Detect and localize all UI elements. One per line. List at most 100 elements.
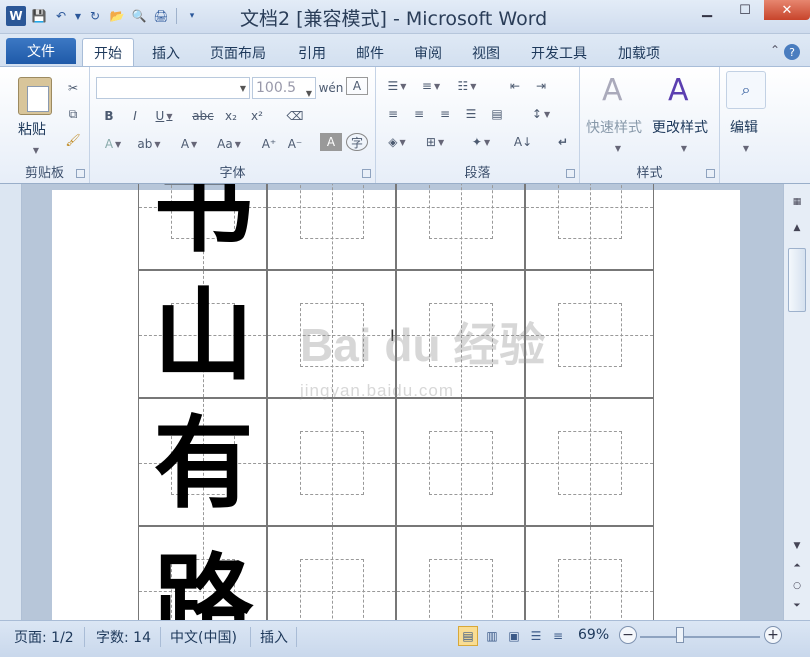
change-styles-button[interactable]: 更改样式 [652,117,708,137]
grid-cell[interactable]: 书 [138,184,267,270]
character-shading-icon[interactable]: A [320,133,342,151]
line-spacing-icon[interactable]: ↕ ▼ [526,103,556,125]
ruler-toggle-icon[interactable]: ▦ [788,194,806,210]
underline-icon[interactable]: U ▼ [150,105,178,127]
highlight-icon[interactable]: ab ▼ [134,133,164,155]
decrease-indent-icon[interactable]: ⇤ [504,75,526,97]
find-binoculars-icon[interactable]: ⌕ [726,71,766,109]
select-browse-object-icon[interactable]: ○ [788,578,806,594]
enclose-characters-icon[interactable]: 字 [346,133,368,151]
cut-icon[interactable]: ✂ [62,77,84,99]
grid-cell[interactable] [396,398,525,526]
redo-icon[interactable]: ↻ [86,7,104,25]
zoom-in-icon[interactable]: + [764,626,782,644]
numbering-icon[interactable]: ≡ ▼ [416,75,446,97]
styles-launcher-icon[interactable] [706,169,715,178]
phonetic-guide-icon[interactable]: wén [319,77,344,99]
word-count[interactable]: 字数: 14 [96,627,151,647]
tab-mailings[interactable]: 邮件 [344,40,396,66]
paragraph-launcher-icon[interactable] [566,169,575,178]
tab-addins[interactable]: 加载项 [606,40,672,66]
clear-formatting-icon[interactable]: ⌫ [284,105,306,127]
grid-cell[interactable] [267,184,396,270]
tab-insert[interactable]: 插入 [140,40,192,66]
distributed-icon[interactable]: ▤ [486,103,508,125]
undo-dropdown-icon[interactable]: ▼ [74,7,82,25]
tab-file[interactable]: 文件 [6,38,76,64]
paste-icon[interactable] [18,77,52,115]
multilevel-list-icon[interactable]: ☷ ▼ [452,75,482,97]
bullets-icon[interactable]: ☰ ▼ [382,75,412,97]
help-icon[interactable]: ? [784,44,800,60]
save-icon[interactable]: 💾 [30,7,48,25]
show-marks-icon[interactable]: ↵ [552,131,574,153]
zoom-slider-thumb[interactable] [676,627,684,643]
align-center-icon[interactable]: ≡ [408,103,430,125]
grid-cell[interactable]: 路 [138,526,267,620]
tab-page-layout[interactable]: 页面布局 [198,40,278,66]
customize-qat-icon[interactable]: ▾ [183,7,201,25]
quick-styles-dropdown-icon[interactable]: ▼ [610,137,624,159]
align-right-icon[interactable]: ≡ [434,103,456,125]
tab-home[interactable]: 开始 [82,38,134,66]
italic-icon[interactable]: I [124,105,146,127]
font-name-dropdown-icon[interactable]: ▼ [240,84,246,93]
change-case-icon[interactable]: Aa ▼ [212,133,246,155]
page-indicator[interactable]: 页面: 1/2 [14,627,74,647]
format-painter-icon[interactable]: 🖌 [62,129,84,151]
language-indicator[interactable]: 中文(中国) [170,627,237,647]
font-size-input[interactable]: 100.5 ▼ [252,77,316,99]
change-styles-icon[interactable]: A [668,73,689,108]
sort-icon[interactable]: A↓ [512,131,534,153]
change-styles-dropdown-icon[interactable]: ▼ [676,137,690,159]
editing-dropdown-icon[interactable]: ▼ [738,137,752,159]
outline-view-icon[interactable]: ☰ [526,626,546,646]
copy-icon[interactable]: ⧉ [62,103,84,125]
grid-cell[interactable]: 山 [138,270,267,398]
justify-icon[interactable]: ☰ [460,103,482,125]
grow-font-icon[interactable]: A⁺ [258,133,280,155]
font-launcher-icon[interactable] [362,169,371,178]
quick-styles-icon[interactable]: A [602,73,623,108]
shrink-font-icon[interactable]: A⁻ [284,133,306,155]
shading-icon[interactable]: ◈ ▼ [382,131,412,153]
font-color-icon[interactable]: A ▼ [174,133,204,155]
font-size-dropdown-icon[interactable]: ▼ [306,84,312,104]
text-effects-icon[interactable]: A ▼ [98,133,128,155]
borders-icon[interactable]: ⊞ ▼ [420,131,450,153]
grid-cell[interactable] [525,526,654,620]
zoom-slider[interactable] [640,636,760,638]
strikethrough-icon[interactable]: abc [190,105,216,127]
grid-cell[interactable] [396,184,525,270]
tab-references[interactable]: 引用 [286,40,338,66]
paste-dropdown-icon[interactable]: ▼ [28,139,42,161]
grid-cell[interactable] [396,526,525,620]
grid-cell[interactable] [525,398,654,526]
maximize-button[interactable]: ☐ [726,0,764,20]
copy-format-icon[interactable]: 🖨 [152,7,170,25]
zoom-out-icon[interactable]: − [619,626,637,644]
clipboard-launcher-icon[interactable] [76,169,85,178]
tab-review[interactable]: 审阅 [402,40,454,66]
character-border-icon[interactable]: A [346,77,368,95]
paste-button[interactable]: 粘贴 [18,119,46,139]
document-page[interactable]: 书 山 有 路 I [52,184,740,620]
web-layout-icon[interactable]: ▣ [504,626,524,646]
next-page-icon[interactable]: ⏷ [788,598,806,614]
insert-mode-indicator[interactable]: 插入 [260,627,288,647]
grid-cell[interactable] [267,398,396,526]
previous-page-icon[interactable]: ⏶ [788,558,806,574]
editing-button[interactable]: 编辑 [730,117,758,137]
minimize-ribbon-icon[interactable]: ⌃ [770,43,780,57]
print-layout-view-icon[interactable]: ▤ [458,626,478,646]
grid-cell[interactable]: 有 [138,398,267,526]
grid-cell[interactable] [267,526,396,620]
zoom-level[interactable]: 69% [578,627,609,643]
tab-developer[interactable]: 开发工具 [518,40,600,66]
increase-indent-icon[interactable]: ⇥ [530,75,552,97]
minimize-button[interactable]: ▁ [688,0,726,20]
undo-icon[interactable]: ↶ [52,7,70,25]
font-name-input[interactable]: ▼ [96,77,250,99]
vertical-scrollbar[interactable]: ▦ ▲ ▼ ⏶ ○ ⏷ [783,184,810,620]
print-preview-icon[interactable]: 🔍 [130,7,148,25]
